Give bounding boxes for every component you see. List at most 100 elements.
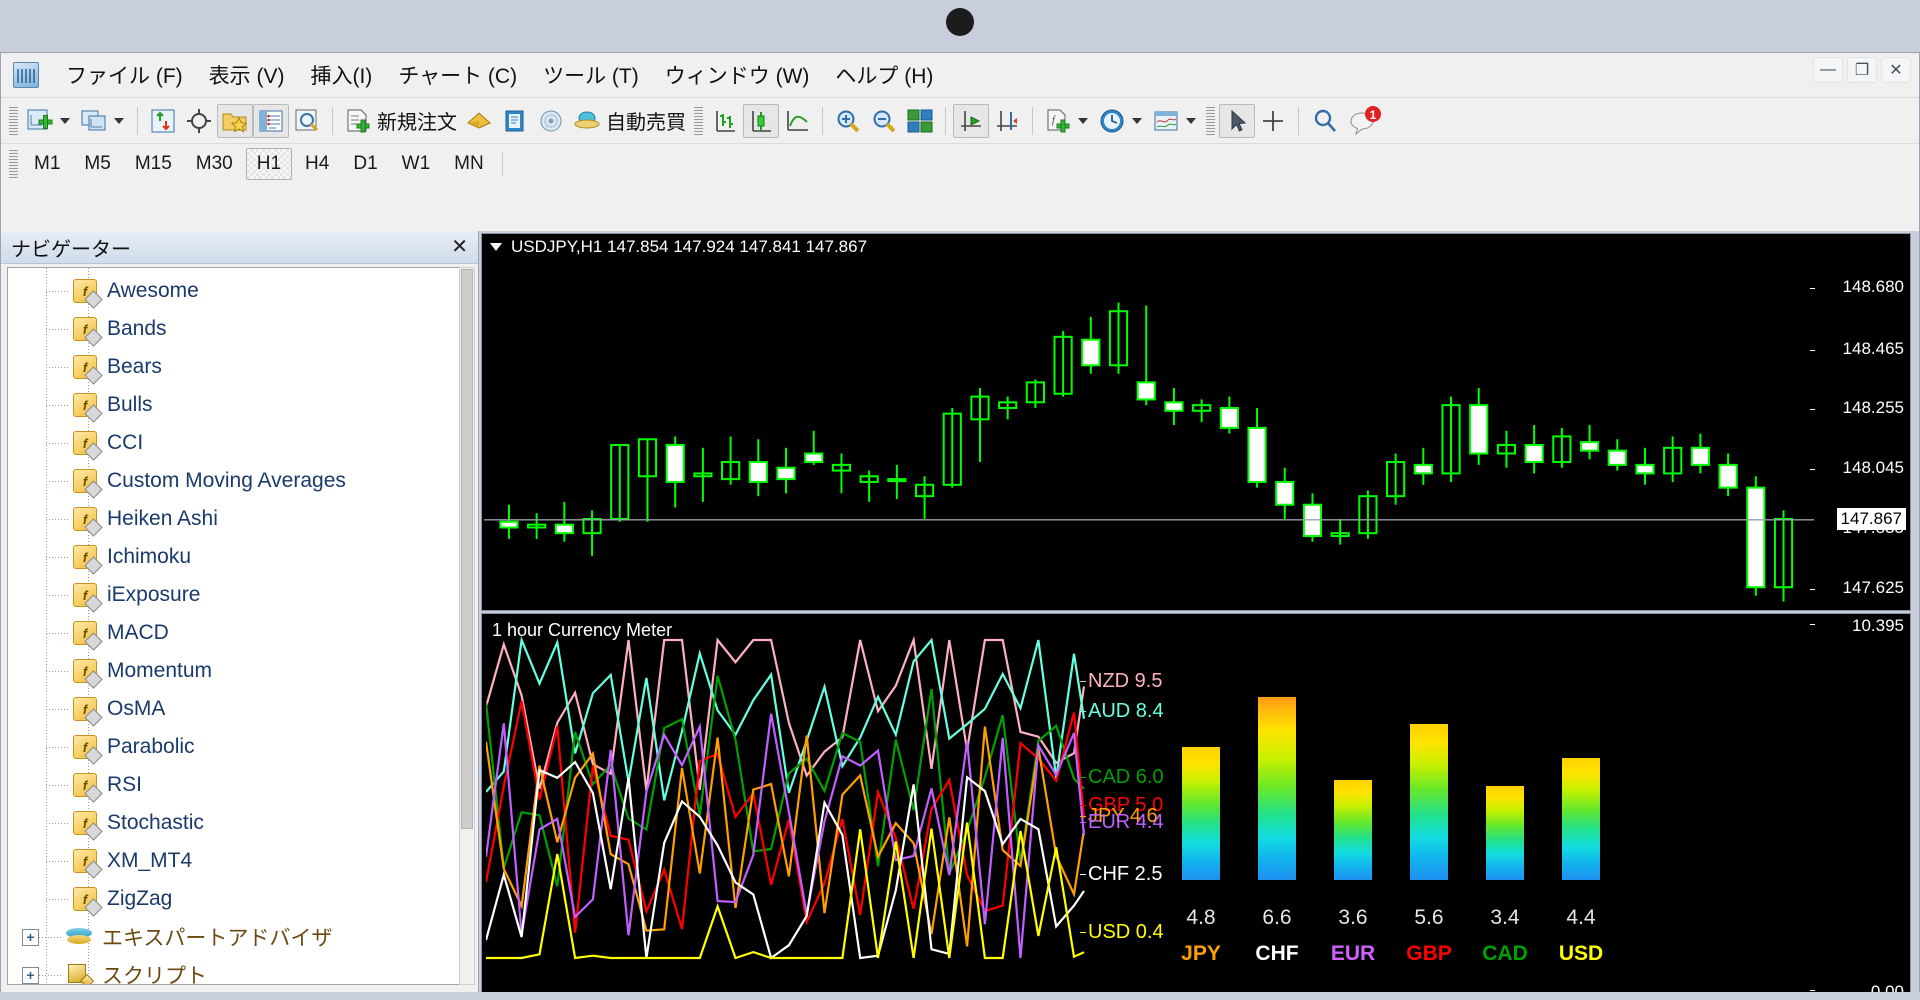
timeframe-m5[interactable]: M5	[73, 148, 121, 180]
tree-group[interactable]: + スクリプト	[8, 956, 466, 984]
metaeditor-button[interactable]	[461, 104, 497, 138]
navigator-scrollbar[interactable]	[459, 267, 475, 985]
autotrading-button[interactable]: 自動売買	[569, 104, 690, 138]
minimize-button[interactable]: —	[1813, 57, 1843, 83]
timeframe-h4[interactable]: H4	[294, 148, 340, 180]
chart-collapse-icon[interactable]	[490, 243, 502, 251]
tree-item-label: MACD	[107, 621, 169, 644]
timeframe-w1[interactable]: W1	[391, 148, 442, 180]
toolbar-separator	[137, 106, 138, 135]
currency-meter-chart[interactable]: 1 hour Currency Meter NZD 9.5 AUD 8.4 CAD …	[481, 613, 1911, 1000]
tree-expander[interactable]: +	[22, 928, 39, 946]
tree-item-indicator[interactable]: f Bears	[8, 348, 466, 386]
tree-item-label: ZigZag	[107, 887, 173, 910]
tree-item-indicator[interactable]: f Custom Moving Averages	[8, 462, 466, 500]
zoom-out-button[interactable]	[866, 104, 902, 138]
tree-item-indicator[interactable]: f Stochastic	[8, 804, 466, 842]
tree-item-indicator[interactable]: f XM_MT4	[8, 842, 466, 880]
tree-item-label: XM_MT4	[107, 849, 193, 872]
toolbar-grip-2[interactable]	[694, 106, 703, 135]
tree-item-indicator[interactable]: f Heiken Ashi	[8, 500, 466, 538]
indicators-button[interactable]: f	[1040, 104, 1076, 138]
tree-item-indicator[interactable]: f ZigZag	[8, 880, 466, 918]
candlestick-chart-button[interactable]	[743, 103, 779, 138]
timeframe-h1[interactable]: H1	[245, 147, 293, 180]
menu-bar: ファイル (F) 表示 (V) 挿入(I) チャート (C) ツール (T) ウ…	[1, 53, 1919, 97]
new-chart-button[interactable]	[22, 104, 58, 138]
chart-shift-button[interactable]	[989, 104, 1025, 138]
crosshair-button[interactable]	[1255, 104, 1291, 138]
tree-item-indicator[interactable]: f Bands	[8, 310, 466, 348]
tree-item-indicator[interactable]: f Ichimoku	[8, 538, 466, 576]
navigator-button[interactable]	[217, 103, 253, 138]
tree-item-indicator[interactable]: f iExposure	[8, 576, 466, 614]
strength-bar-value: 3.6	[1338, 906, 1368, 929]
menu-window[interactable]: ウィンドウ (W)	[652, 56, 823, 94]
menu-insert[interactable]: 挿入(I)	[297, 56, 385, 94]
tree-item-indicator[interactable]: f OsMA	[8, 690, 466, 728]
periods-dropdown-icon[interactable]	[1132, 117, 1142, 124]
indicator-icon: f	[73, 811, 97, 835]
tile-windows-button[interactable]	[902, 104, 938, 138]
timeframe-m1[interactable]: M1	[23, 148, 71, 180]
templates-button[interactable]	[1148, 104, 1184, 138]
restore-button[interactable]: ❐	[1847, 57, 1877, 83]
tree-group[interactable]: + エキスパートアドバイザ	[8, 918, 466, 956]
menu-view[interactable]: 表示 (V)	[196, 56, 298, 94]
templates-dropdown-icon[interactable]	[1186, 117, 1196, 124]
profiles-button[interactable]	[76, 104, 112, 138]
toolbar-separator	[332, 106, 333, 135]
auto-scroll-button[interactable]	[953, 103, 989, 138]
tree-item-indicator[interactable]: f CCI	[8, 424, 466, 462]
axis-tick	[1810, 409, 1815, 411]
timeframe-d1[interactable]: D1	[342, 148, 388, 180]
navigator-close-icon[interactable]: ✕	[451, 234, 468, 259]
strategy-tester-button[interactable]	[289, 104, 325, 138]
data-window-button[interactable]	[181, 104, 217, 138]
line-chart-button[interactable]	[779, 104, 815, 138]
timeframe-grip[interactable]	[9, 149, 18, 178]
tree-item-indicator[interactable]: f Parabolic	[8, 728, 466, 766]
candlestick-canvas	[484, 302, 1814, 602]
alerts-button[interactable]: 1	[1344, 104, 1386, 138]
current-price-label: 147.867	[1836, 507, 1906, 530]
indicator-icon: f	[73, 697, 97, 721]
search-button[interactable]	[1306, 104, 1344, 138]
tree-expander[interactable]: +	[22, 966, 39, 984]
strength-bar-category: CHF	[1255, 942, 1299, 965]
currency-line-tick	[1080, 680, 1086, 682]
new-order-button[interactable]: 新規注文	[340, 104, 461, 138]
bar-chart-button[interactable]	[707, 104, 743, 138]
toolbar-grip[interactable]	[9, 106, 18, 135]
tree-item-label: Bands	[107, 317, 167, 340]
periods-button[interactable]	[1094, 104, 1130, 138]
indicators-dropdown-icon[interactable]	[1078, 117, 1088, 124]
profiles-dropdown-icon[interactable]	[114, 117, 124, 124]
mql5-community-button[interactable]	[497, 104, 533, 138]
timeframe-m15[interactable]: M15	[124, 148, 183, 180]
toolbar-grip-3[interactable]	[1206, 106, 1215, 135]
timeframe-m30[interactable]: M30	[185, 148, 244, 180]
tree-item-indicator[interactable]: f RSI	[8, 766, 466, 804]
tree-item-indicator[interactable]: f MACD	[8, 614, 466, 652]
timeframe-mn[interactable]: MN	[443, 148, 495, 180]
market-watch-button[interactable]	[145, 104, 181, 138]
tree-item-indicator[interactable]: f Momentum	[8, 652, 466, 690]
new-chart-dropdown-icon[interactable]	[60, 117, 70, 124]
menu-tools[interactable]: ツール (T)	[530, 56, 652, 94]
navigator-scroll-thumb[interactable]	[461, 269, 473, 829]
virtual-hosting-button[interactable]	[533, 104, 569, 138]
menu-charts[interactable]: チャート (C)	[385, 56, 530, 94]
indicator-icon: f	[73, 621, 97, 645]
terminal-button[interactable]	[253, 103, 289, 138]
menu-help[interactable]: ヘルプ (H)	[822, 56, 946, 94]
axis-tick	[1810, 624, 1815, 625]
tree-item-indicator[interactable]: f Awesome	[8, 272, 466, 310]
tree-item-indicator[interactable]: f Bulls	[8, 386, 466, 424]
cursor-button[interactable]	[1219, 103, 1255, 138]
close-button[interactable]: ✕	[1881, 57, 1911, 83]
zoom-in-button[interactable]	[830, 104, 866, 138]
navigator-tree[interactable]: f Awesome f Bands f Bears f Bulls f CCI f Custom Mo…	[7, 267, 467, 985]
menu-file[interactable]: ファイル (F)	[53, 56, 196, 94]
usdjpy-price-chart[interactable]: USDJPY,H1 147.854 147.924 147.841 147.86…	[481, 233, 1911, 611]
